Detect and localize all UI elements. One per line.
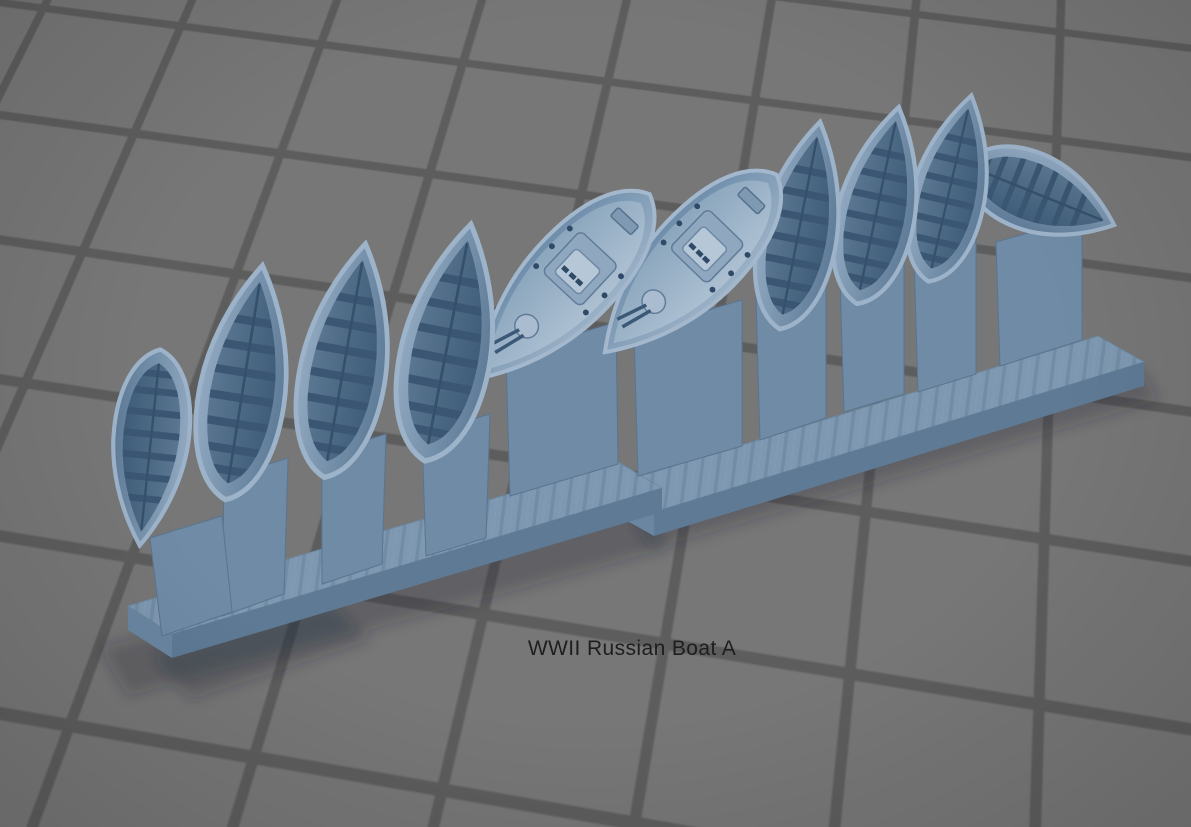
model-label: WWII Russian Boat A (527, 637, 737, 660)
boat-model-3[interactable] (282, 236, 408, 485)
boat-model-1[interactable] (102, 346, 198, 550)
model-scene (0, 0, 1160, 700)
slicer-3d-viewport[interactable]: WWII Russian Boat A (0, 0, 1191, 827)
